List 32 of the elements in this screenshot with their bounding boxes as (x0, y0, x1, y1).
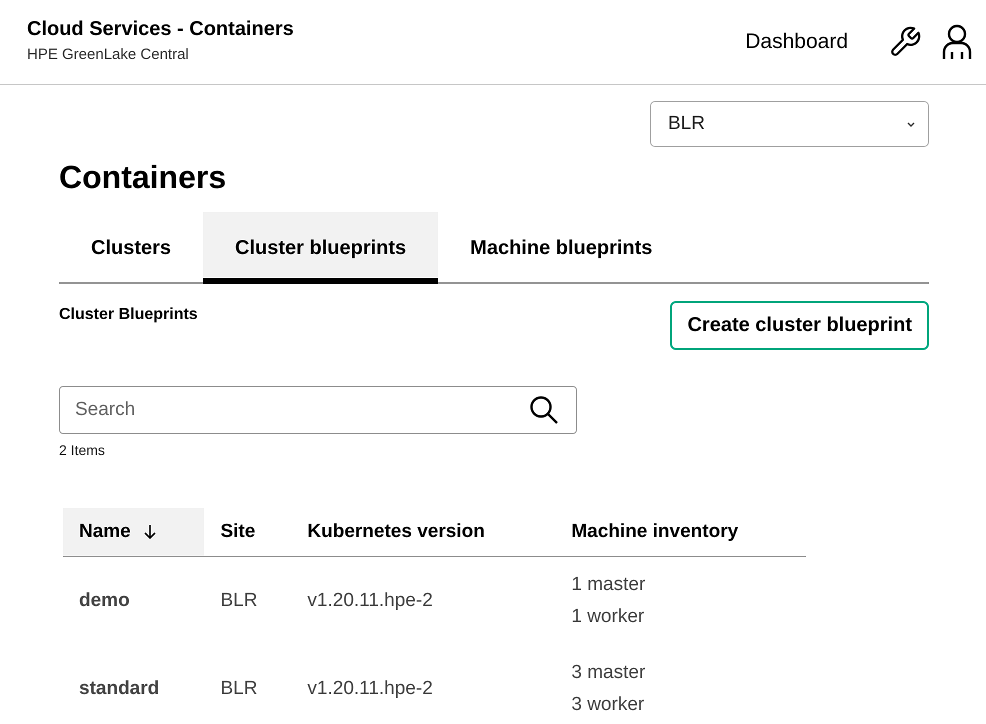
search-field[interactable]: Search (59, 386, 577, 434)
wrench-icon[interactable] (888, 25, 922, 59)
table-cell: demo (63, 556, 204, 645)
tab[interactable]: Clusters (59, 212, 204, 284)
chevron-down-icon (906, 120, 916, 128)
column-header[interactable]: Kubernetes version (291, 508, 556, 556)
item-count: 2 Items (59, 442, 106, 458)
tab[interactable]: Cluster blueprints (203, 212, 438, 284)
app-subtitle: HPE GreenLake Central (27, 46, 190, 62)
create-blueprint-button[interactable]: Create cluster blueprint (670, 301, 929, 350)
section-title: Cluster Blueprints (59, 306, 198, 324)
table-cell-text: BLR (219, 677, 258, 701)
table-cell-text: standard (78, 677, 160, 701)
column-label: Name (79, 521, 131, 543)
tab[interactable]: Machine blueprints (438, 212, 684, 284)
column-header[interactable]: Name (63, 508, 204, 556)
inventory-line: 1 master (571, 573, 646, 597)
user-icon[interactable] (942, 24, 972, 60)
table-cell-text: v1.20.11.hpe-2 (306, 677, 434, 701)
inventory-line: 1 worker (571, 605, 646, 629)
inventory-line: 3 master (571, 661, 646, 685)
column-header[interactable]: Machine inventory (555, 508, 806, 556)
app-title: Cloud Services - Containers (27, 18, 294, 40)
page-title: Containers (59, 159, 228, 196)
inventory-line: 3 worker (571, 693, 646, 717)
dashboard-link[interactable]: Dashboard (745, 30, 848, 54)
column-header[interactable]: Site (204, 508, 292, 556)
table-cell: v1.20.11.hpe-2 (291, 556, 556, 645)
site-select[interactable]: BLR (650, 101, 929, 147)
table-cell: BLR (204, 556, 292, 645)
sort-arrow-icon[interactable] (142, 524, 157, 540)
search-icon[interactable] (529, 395, 559, 425)
